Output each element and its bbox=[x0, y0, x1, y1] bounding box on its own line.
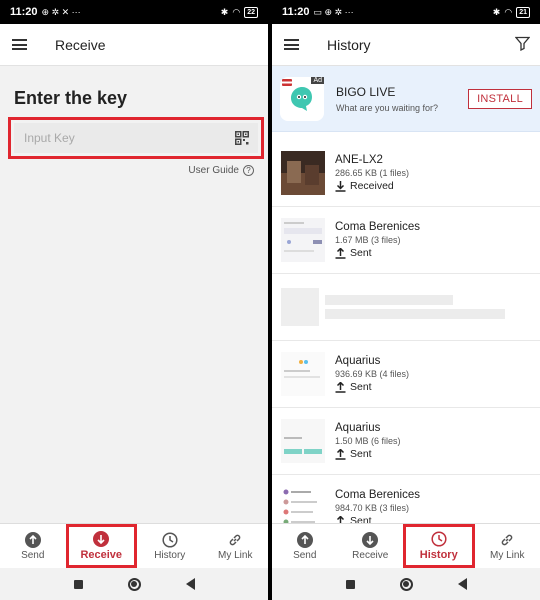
nav-receive-label: Receive bbox=[352, 549, 389, 561]
upload-icon bbox=[335, 247, 346, 259]
clock-icon bbox=[162, 531, 178, 548]
history-item-status: Received bbox=[350, 180, 394, 192]
history-item-name: Coma Berenices bbox=[335, 489, 421, 501]
download-icon bbox=[335, 180, 346, 192]
history-item[interactable]: Aquarius 1.50 MB (6 files) Sent bbox=[272, 408, 540, 475]
user-guide-link[interactable]: User Guide ? bbox=[14, 165, 254, 176]
back-icon[interactable] bbox=[457, 578, 467, 590]
flag-icon bbox=[282, 78, 292, 86]
nav-send[interactable]: Send bbox=[272, 524, 338, 568]
nav-my-link-label: My Link bbox=[490, 549, 525, 561]
bluetooth-icon: ✱ bbox=[220, 6, 229, 17]
screenshot-thumbnail bbox=[281, 419, 325, 463]
home-icon[interactable] bbox=[127, 577, 141, 591]
battery-icon: 21 bbox=[516, 6, 530, 18]
receive-screen: 11:20 ⊕ ✲ ✕ ··· ✱ ◠ 22 Receive Enter the… bbox=[0, 0, 268, 600]
clock-icon bbox=[431, 531, 447, 547]
history-item-size: 936.69 KB (4 files) bbox=[335, 369, 410, 379]
wifi-icon: ◠ bbox=[232, 6, 241, 17]
notification-icon: ⊕ ✲ ✕ ··· bbox=[41, 6, 81, 17]
link-icon bbox=[229, 534, 241, 545]
ad-banner[interactable]: Ad BIGO LIVE What are you waiting for? I… bbox=[272, 66, 540, 132]
status-time: 11:20 bbox=[10, 6, 38, 18]
app-bar: Receive bbox=[0, 24, 268, 66]
screenshot-thumbnail bbox=[281, 352, 325, 396]
menu-icon[interactable] bbox=[12, 39, 27, 50]
history-item[interactable]: Aquarius 936.69 KB (4 files) Sent bbox=[272, 341, 540, 408]
history-item[interactable]: ANE-LX2 286.65 KB (1 files) Received bbox=[272, 140, 540, 207]
ad-app-logo: Ad bbox=[280, 76, 324, 121]
qr-scan-icon[interactable] bbox=[235, 131, 249, 145]
battery-icon: 22 bbox=[244, 6, 258, 18]
bottom-nav: Send Receive History My Link bbox=[0, 523, 268, 568]
nav-history-label: History bbox=[154, 549, 186, 561]
history-item-size: 286.65 KB (1 files) bbox=[335, 168, 410, 178]
history-item-size: 1.67 MB (3 files) bbox=[335, 235, 401, 245]
nav-my-link[interactable]: My Link bbox=[203, 524, 269, 568]
nav-send[interactable]: Send bbox=[0, 524, 66, 568]
bigo-mascot-icon bbox=[291, 86, 312, 111]
recents-icon[interactable] bbox=[73, 579, 83, 589]
history-item-name: ANE-LX2 bbox=[335, 154, 383, 166]
key-input[interactable] bbox=[14, 123, 258, 153]
menu-icon[interactable] bbox=[284, 39, 299, 50]
install-button[interactable]: INSTALL bbox=[468, 88, 532, 109]
download-circle-icon bbox=[362, 531, 379, 548]
nav-receive[interactable]: Receive bbox=[65, 524, 137, 568]
nav-receive[interactable]: Receive bbox=[338, 524, 404, 568]
upload-circle-icon bbox=[24, 531, 41, 548]
screenshot-thumbnail bbox=[281, 218, 325, 262]
page-title: Receive bbox=[55, 36, 106, 53]
upload-icon bbox=[335, 448, 346, 460]
history-item-name: Aquarius bbox=[335, 355, 381, 367]
history-item-status: Sent bbox=[350, 247, 372, 259]
upload-icon bbox=[335, 381, 346, 393]
key-input-highlight bbox=[8, 117, 264, 159]
help-icon: ? bbox=[243, 165, 254, 176]
back-icon[interactable] bbox=[185, 578, 195, 590]
wifi-icon: ◠ bbox=[504, 6, 513, 17]
nav-my-link-label: My Link bbox=[218, 549, 253, 561]
ad-badge: Ad bbox=[311, 76, 324, 84]
history-item-status: Sent bbox=[350, 448, 372, 460]
user-guide-label: User Guide bbox=[188, 165, 239, 176]
nav-my-link[interactable]: My Link bbox=[475, 524, 540, 568]
ad-title: BIGO LIVE bbox=[336, 84, 396, 99]
status-time: 11:20 bbox=[282, 6, 310, 18]
nav-history[interactable]: History bbox=[137, 524, 203, 568]
nav-send-label: Send bbox=[21, 549, 45, 561]
nav-history[interactable]: History bbox=[403, 524, 475, 568]
ad-subtitle: What are you waiting for? bbox=[336, 102, 439, 113]
system-nav-bar bbox=[272, 568, 540, 600]
notification-icon: ▭ ⊕ ✲ ··· bbox=[313, 6, 354, 17]
photo-thumbnail bbox=[281, 151, 325, 195]
page-title: History bbox=[327, 36, 371, 53]
status-bar: 11:20 ▭ ⊕ ✲ ··· ✱ ◠ 21 bbox=[272, 0, 540, 24]
history-list: ANE-LX2 286.65 KB (1 files) Received Com… bbox=[272, 132, 540, 542]
filter-icon[interactable] bbox=[515, 36, 530, 51]
loading-placeholder bbox=[272, 274, 540, 341]
history-item[interactable]: Coma Berenices 1.67 MB (3 files) Sent bbox=[272, 207, 540, 274]
receive-content: Enter the key User Guide ? bbox=[0, 66, 268, 198]
bluetooth-icon: ✱ bbox=[492, 6, 501, 17]
enter-key-heading: Enter the key bbox=[14, 88, 128, 108]
nav-history-label: History bbox=[419, 549, 458, 561]
download-circle-icon bbox=[93, 531, 110, 547]
history-item-size: 984.70 KB (3 files) bbox=[335, 503, 410, 513]
bottom-nav: Send Receive History My Link bbox=[272, 523, 540, 568]
history-screen: 11:20 ▭ ⊕ ✲ ··· ✱ ◠ 21 History Ad BIGO L… bbox=[272, 0, 540, 600]
history-item-name: Coma Berenices bbox=[335, 221, 421, 233]
status-bar: 11:20 ⊕ ✲ ✕ ··· ✱ ◠ 22 bbox=[0, 0, 268, 24]
link-icon bbox=[501, 534, 513, 545]
history-item-status: Sent bbox=[350, 381, 372, 393]
upload-circle-icon bbox=[296, 531, 313, 548]
home-icon[interactable] bbox=[399, 577, 413, 591]
history-item-name: Aquarius bbox=[335, 422, 381, 434]
nav-send-label: Send bbox=[293, 549, 317, 561]
system-nav-bar bbox=[0, 568, 268, 600]
history-item-size: 1.50 MB (6 files) bbox=[335, 436, 401, 446]
nav-receive-label: Receive bbox=[80, 549, 123, 561]
recents-icon[interactable] bbox=[345, 579, 355, 589]
app-bar: History bbox=[272, 24, 540, 66]
